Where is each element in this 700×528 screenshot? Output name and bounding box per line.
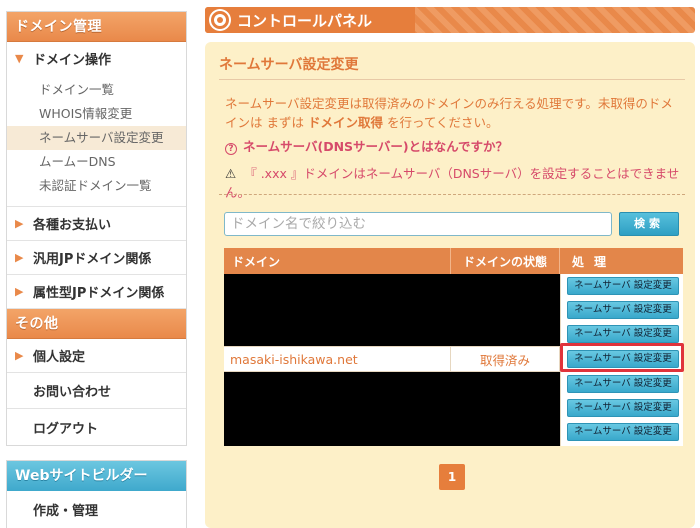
sidebar-item-unverified[interactable]: 未認証ドメイン一覧 <box>7 174 186 198</box>
redacted-rows <box>224 372 560 446</box>
sidebar-payments[interactable]: ▶ 各種お支払い <box>7 207 186 241</box>
nameserver-change-button[interactable]: ネームサーバ 設定変更 <box>567 375 679 393</box>
nameserver-change-button[interactable]: ネームサーバ 設定変更 <box>567 399 679 417</box>
table-header: ドメイン ドメインの状態 処理 <box>224 248 683 274</box>
page-title: ネームサーバ設定変更 <box>219 57 359 73</box>
triangle-right-icon: ▶ <box>15 285 24 298</box>
sidebar-item-domain-list[interactable]: ドメイン一覧 <box>7 78 186 102</box>
sidebar-item-label: 個人設定 <box>33 350 86 365</box>
table-body: masaki-ishikawa.net 取得済み ネームサーバ 設定変更 ネーム… <box>224 274 683 446</box>
website-builder-box: Webサイトビルダー 作成・管理 <box>6 460 187 528</box>
question-icon: ? <box>225 143 237 155</box>
domain-acquire-link[interactable]: ドメイン取得 <box>308 115 383 130</box>
nameserver-change-button[interactable]: ネームサーバ 設定変更 <box>567 301 679 319</box>
sidebar-item-label: 属性型JPドメイン関係 <box>33 286 165 301</box>
triangle-right-icon: ▶ <box>15 251 24 264</box>
help-link[interactable]: ? ネームサーバ(DNSサーバー)とはなんですか？ <box>225 136 508 155</box>
help-link-label: ネームサーバ(DNSサーバー)とはなんですか？ <box>243 139 509 154</box>
column-header-status: ドメインの状態 <box>451 248 560 274</box>
sidebar-item-label: 各種お支払い <box>33 218 112 233</box>
sidebar-create-manage[interactable]: 作成・管理 <box>7 491 186 527</box>
pagination-page[interactable]: 1 <box>439 464 465 490</box>
description: ネームサーバ設定変更は取得済みのドメインのみ行える処理です。未取得のドメ インは… <box>225 94 687 132</box>
domain-filter-input[interactable] <box>224 212 612 236</box>
sidebar-jp-general[interactable]: ▶ 汎用JPドメイン関係 <box>7 241 186 275</box>
status-cell: 取得済み <box>451 347 560 371</box>
sidebar-contact[interactable]: お問い合わせ <box>7 373 186 409</box>
nameserver-change-button[interactable]: ネームサーバ 設定変更 <box>567 423 679 441</box>
domain-ops-submenu: ドメイン一覧 WHOIS情報変更 ネームサーバ設定変更 ムームーDNS 未認証ド… <box>7 74 186 207</box>
nameserver-change-button[interactable]: ネームサーバ 設定変更 <box>567 325 679 343</box>
dashed-divider <box>219 194 685 195</box>
sidebar-jp-attribute[interactable]: ▶ 属性型JPドメイン関係 <box>7 275 186 309</box>
sidebar-item-muumuu-dns[interactable]: ムームーDNS <box>7 150 186 174</box>
description-text: を行ってください。 <box>382 115 499 130</box>
sidebar: ドメイン管理 ▼ ドメイン操作 ドメイン一覧 WHOIS情報変更 ネームサーバ設… <box>6 11 187 446</box>
sidebar-personal-settings[interactable]: ▶ 個人設定 <box>7 339 186 373</box>
nameserver-change-button[interactable]: ネームサーバ 設定変更 <box>567 277 679 295</box>
action-column: ネームサーバ 設定変更 ネームサーバ 設定変更 ネームサーバ 設定変更 ネームサ… <box>560 274 683 446</box>
sidebar-item-nameserver[interactable]: ネームサーバ設定変更 <box>7 126 186 150</box>
nameserver-change-button[interactable]: ネームサーバ 設定変更 <box>567 350 679 368</box>
description-line: ネームサーバ設定変更は取得済みのドメインのみ行える処理です。未取得のドメ <box>225 96 673 111</box>
domain-management-header: ドメイン管理 <box>7 12 186 42</box>
divider <box>219 79 685 80</box>
control-panel-header: コントロールパネル <box>205 7 695 33</box>
domain-table: ドメイン ドメインの状態 処理 masaki-ishikawa.net 取得済み… <box>224 248 683 446</box>
redacted-rows <box>224 274 560 346</box>
column-header-domain: ドメイン <box>224 248 451 274</box>
gear-icon <box>211 11 229 29</box>
other-header: その他 <box>7 309 186 339</box>
control-panel-title-box: コントロールパネル <box>205 7 415 33</box>
triangle-down-icon: ▼ <box>15 51 24 65</box>
warning-icon: ⚠ <box>225 166 237 181</box>
sidebar-item-label: 汎用JPドメイン関係 <box>33 252 152 267</box>
search-button[interactable]: 検索 <box>619 212 679 236</box>
control-panel-title: コントロールパネル <box>237 11 373 30</box>
description-text: インは まずは <box>225 115 308 130</box>
sidebar-domain-operations[interactable]: ▼ ドメイン操作 <box>7 42 186 74</box>
sidebar-item-label: ドメイン操作 <box>33 52 112 68</box>
warning-message: ⚠ 『 .xxx 』ドメインはネームサーバ（DNSサーバ）を設定することはできませ… <box>225 163 695 201</box>
triangle-right-icon: ▶ <box>15 349 24 362</box>
main-content: ネームサーバ設定変更 ネームサーバ設定変更は取得済みのドメインのみ行える処理です… <box>205 42 695 528</box>
sidebar-item-whois[interactable]: WHOIS情報変更 <box>7 102 186 126</box>
website-builder-header: Webサイトビルダー <box>7 461 186 491</box>
triangle-right-icon: ▶ <box>15 217 24 230</box>
column-header-action: 処理 <box>572 254 617 269</box>
domain-cell: masaki-ishikawa.net <box>224 347 451 371</box>
sidebar-logout[interactable]: ログアウト <box>7 409 186 445</box>
